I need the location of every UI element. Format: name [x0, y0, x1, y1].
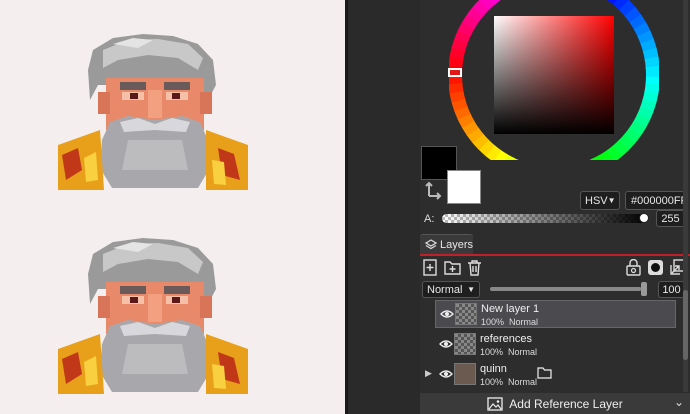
chevron-down-icon: ▼ [467, 285, 475, 294]
tab-underline [420, 254, 690, 256]
alpha-slider[interactable] [442, 214, 647, 223]
layer-row-new-layer-1[interactable]: New layer 1 100% Normal [435, 300, 676, 328]
opacity-value: 100 [662, 283, 681, 296]
opacity-slider[interactable] [490, 287, 646, 291]
layer-meta: 100% Normal [480, 377, 538, 387]
secondary-color-swatch[interactable] [447, 170, 481, 204]
layer-name: references [480, 333, 532, 345]
chevron-down-icon: ▼ [607, 196, 616, 205]
eye-icon[interactable] [439, 338, 453, 350]
layer-thumbnail [454, 363, 476, 385]
layer-thumbnail [454, 333, 476, 355]
panel-gutter [348, 0, 420, 414]
alpha-value-input[interactable]: 255 [656, 210, 685, 227]
swap-colors-icon[interactable] [424, 181, 444, 204]
tab-layers-label: Layers [439, 238, 473, 251]
layer-thumbnail [455, 303, 477, 325]
chevron-down-icon[interactable]: ⌄ [674, 395, 684, 409]
layer-row-quinn[interactable]: quinn 100% Normal [435, 361, 676, 389]
layers-icon [425, 238, 437, 249]
clipping-icon[interactable] [647, 259, 664, 276]
hex-color-input[interactable]: #000000FF [625, 191, 688, 210]
delete-layer-icon[interactable] [466, 259, 483, 276]
tab-layers[interactable]: Layers [420, 234, 473, 254]
add-reference-layer-label: Add Reference Layer [509, 396, 623, 411]
color-mode-select[interactable]: HSV ▼ [580, 191, 620, 210]
layer-meta: 100% Normal [480, 347, 538, 357]
image-icon [487, 396, 503, 411]
alpha-label: A: [424, 213, 435, 225]
folder-icon [537, 367, 552, 379]
color-mode-value: HSV [585, 194, 608, 207]
hue-ring-segment[interactable] [645, 65, 659, 77]
new-group-icon[interactable] [444, 259, 461, 276]
scrollbar-thumb[interactable] [683, 290, 688, 360]
layers-scrollbar[interactable] [683, 0, 688, 392]
portrait-sprite-top [58, 34, 248, 190]
alpha-value: 255 [661, 212, 680, 225]
layer-name: quinn [480, 363, 507, 375]
opacity-value-input[interactable]: 100 [658, 281, 685, 298]
expand-group-arrow[interactable]: ▶ [425, 368, 432, 379]
alpha-slider-knob[interactable] [639, 213, 649, 223]
saturation-value-square[interactable] [494, 16, 614, 134]
portrait-sprite-bottom [58, 238, 248, 394]
layer-row-references[interactable]: references 100% Normal [435, 331, 676, 359]
alpha-lock-icon[interactable] [625, 259, 642, 276]
eye-icon[interactable] [439, 368, 453, 380]
blend-mode-select[interactable]: Normal ▼ [422, 281, 480, 298]
add-reference-layer-button[interactable]: Add Reference Layer ⌄ [420, 393, 690, 414]
blend-mode-value: Normal [427, 283, 463, 296]
eye-icon[interactable] [440, 308, 454, 320]
new-layer-icon[interactable] [422, 259, 439, 276]
opacity-slider-knob[interactable] [641, 282, 647, 296]
canvas-area[interactable] [0, 0, 345, 414]
layer-name: New layer 1 [481, 303, 540, 315]
layer-meta: 100% Normal [481, 317, 539, 327]
hue-marker[interactable] [448, 68, 462, 77]
hex-value: #000000FF [631, 194, 688, 207]
opacity-slider-fill [490, 287, 642, 291]
